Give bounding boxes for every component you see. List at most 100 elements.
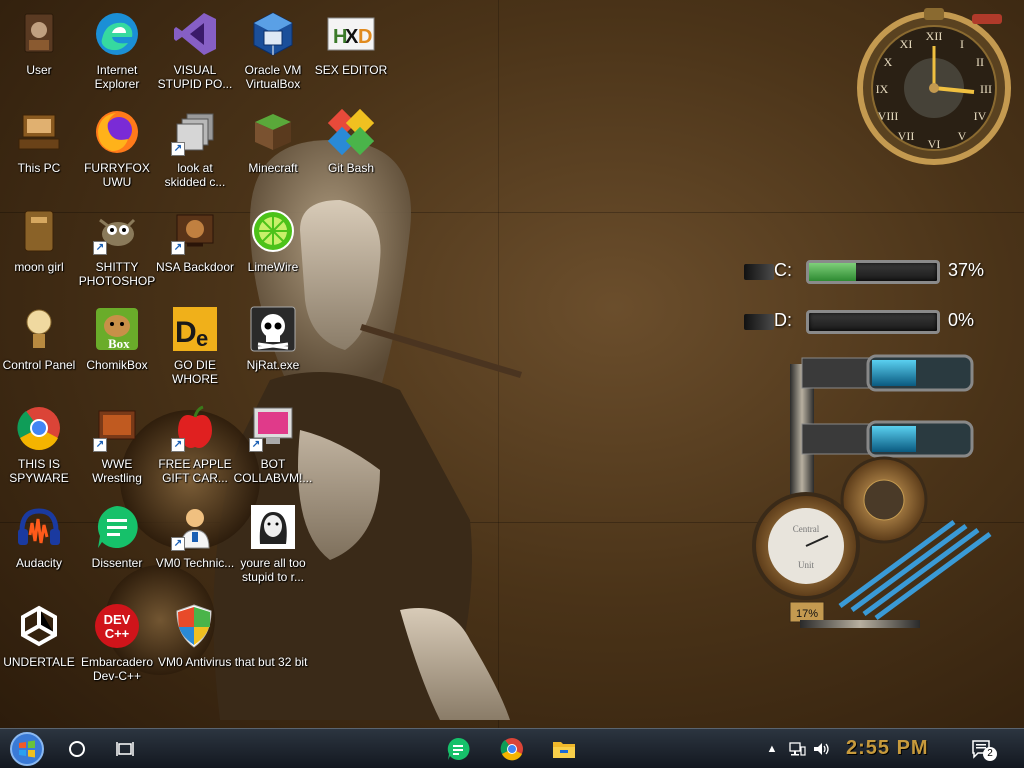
taskbar-file-explorer[interactable]: [548, 729, 580, 768]
svg-text:e: e: [196, 326, 208, 351]
desktop-icon-go-die[interactable]: De GO DIE WHORE: [156, 305, 234, 395]
monitor-icon: ↗: [249, 404, 297, 452]
visual-studio-icon: [171, 10, 219, 58]
gauge-label-bottom: Unit: [798, 560, 815, 570]
desktop-icon-user[interactable]: User: [0, 10, 78, 100]
action-center-button[interactable]: 2: [966, 729, 998, 768]
drive-c-track: [806, 260, 940, 284]
shortcut-arrow-icon: ↗: [249, 438, 263, 452]
virtualbox-icon: [249, 10, 297, 58]
desktop-icon-wwe[interactable]: ↗ WWE Wrestling: [78, 404, 156, 494]
steampunk-clock-icon: XIIIII IIIIVV VIVIIVIII IXXXI: [857, 8, 1011, 165]
taskbar-chrome[interactable]: [496, 729, 528, 768]
desktop-icon-devcpp[interactable]: DEV C++ Embarcadero Dev-C++: [78, 602, 156, 692]
svg-text:II: II: [976, 55, 984, 69]
chomikbox-icon: Box: [93, 305, 141, 353]
notification-count-badge: 2: [983, 747, 997, 761]
gauge-label-top: Central: [793, 524, 820, 534]
taskbar-dissenter[interactable]: [442, 729, 474, 768]
desktop-icon-git-bash[interactable]: Git Bash: [312, 108, 390, 198]
taskbar[interactable]: ▲ 2:55 PM 2: [0, 728, 1024, 768]
desktop-icon-bot-collabvm[interactable]: ↗ BOT COLLABVM!...: [234, 404, 312, 494]
drive-d-percent: 0%: [948, 310, 975, 330]
desktop-icon-skidded[interactable]: ↗ look at skidded c...: [156, 108, 234, 198]
svg-text:D: D: [175, 316, 197, 349]
drive-c-percent: 37%: [948, 260, 985, 280]
desktop-icon-vm0-technician[interactable]: ↗ VM0 Technic...: [156, 503, 234, 593]
user-icon: [15, 10, 63, 58]
desktop-icon-audacity[interactable]: Audacity: [0, 503, 78, 593]
folder-icon: [15, 207, 63, 255]
portrait-icon: [249, 503, 297, 551]
shortcut-arrow-icon: ↗: [171, 537, 185, 551]
desktop-icon-undertale[interactable]: UNDERTALE: [0, 602, 78, 692]
desktop-icon-vm0-antivirus[interactable]: VM0 Antivirus that but 32 bit: [156, 602, 316, 692]
desktop-icon-spyware[interactable]: THIS IS SPYWARE: [0, 404, 78, 494]
chrome-icon: [15, 404, 63, 452]
start-button[interactable]: [6, 729, 48, 768]
desktop-icon-internet-explorer[interactable]: Internet Explorer: [78, 10, 156, 100]
volume-icon[interactable]: [810, 729, 832, 768]
desktop-icon-firefox[interactable]: FURRYFOX UWU: [78, 108, 156, 198]
firefox-icon: [93, 108, 141, 156]
show-hidden-icons-chevron-icon[interactable]: ▲: [764, 729, 780, 768]
drive-d-cap: [744, 314, 774, 330]
control-panel-icon: [15, 305, 63, 353]
network-icon: ↗: [171, 207, 219, 255]
audacity-icon: [15, 503, 63, 551]
limewire-icon: [249, 207, 297, 255]
skull-icon: [249, 305, 297, 353]
hxd-icon: HXD: [327, 10, 375, 58]
desktop-icon-hxd[interactable]: HXD SEX EDITOR: [312, 10, 390, 100]
desktop-icon-control-panel[interactable]: Control Panel: [0, 305, 78, 395]
technician-icon: ↗: [171, 503, 219, 551]
svg-text:I: I: [960, 37, 964, 51]
desktop-icon-this-pc[interactable]: This PC: [0, 108, 78, 198]
gauge-value: 17%: [796, 608, 818, 620]
minecraft-icon: [249, 108, 297, 156]
pipes-gauge-icon: Central Unit 17%: [752, 354, 992, 628]
taskbar-clock[interactable]: 2:55 PM: [846, 737, 929, 760]
task-view-icon: [116, 742, 134, 756]
unity-icon: [15, 602, 63, 650]
de-icon: De: [171, 305, 219, 353]
svg-text:V: V: [958, 129, 967, 143]
svg-text:D: D: [358, 26, 372, 48]
search-button[interactable]: [62, 729, 92, 768]
svg-text:VIII: VIII: [878, 109, 899, 123]
desktop-icon-apple-gift[interactable]: ↗ FREE APPLE GIFT CAR...: [156, 404, 234, 494]
shortcut-arrow-icon: ↗: [171, 438, 185, 452]
shortcut-arrow-icon: ↗: [171, 142, 185, 156]
drive-c-cap: [744, 264, 774, 280]
svg-text:XI: XI: [900, 37, 913, 51]
clock-widget[interactable]: XII I II III IV V VI VII VIII IX X XI: [852, 6, 1012, 168]
desktop-icon-chomikbox[interactable]: Box ChomikBox: [78, 305, 156, 395]
desktop-icon-minecraft[interactable]: Minecraft: [234, 108, 312, 198]
shortcut-arrow-icon: ↗: [171, 241, 185, 255]
drive-c-label: C:: [774, 260, 792, 280]
svg-text:XII: XII: [926, 29, 943, 43]
svg-text:IV: IV: [974, 109, 987, 123]
drive-c-meter[interactable]: C: 37%: [744, 256, 1006, 288]
desktop-icon-limewire[interactable]: LimeWire: [234, 207, 312, 297]
task-view-button[interactable]: [110, 729, 140, 768]
desktop-icon-moon-girl[interactable]: moon girl: [0, 207, 78, 297]
drive-d-meter[interactable]: D: 0%: [744, 306, 1006, 338]
cortana-circle-icon: [69, 741, 85, 757]
svg-text:X: X: [345, 26, 359, 48]
network-status-icon[interactable]: [786, 729, 808, 768]
desktop-icon-photoshop[interactable]: ↗ SHITTY PHOTOSHOP: [78, 207, 156, 297]
desktop-icon-visual-studio[interactable]: VISUAL STUPID PO...: [156, 10, 234, 100]
tv-icon: ↗: [93, 404, 141, 452]
svg-text:VII: VII: [898, 129, 915, 143]
desktop-icon-stupid[interactable]: youre all too stupid to r...: [234, 503, 312, 593]
this-pc-icon: [15, 108, 63, 156]
desktop-icon-nsa-backdoor[interactable]: ↗ NSA Backdoor: [156, 207, 234, 297]
drive-d-track: [806, 310, 940, 334]
svg-text:III: III: [980, 82, 992, 96]
desktop-icon-virtualbox[interactable]: Oracle VM VirtualBox: [234, 10, 312, 100]
svg-text:IX: IX: [876, 82, 889, 96]
system-monitor-widget[interactable]: Central Unit 17%: [744, 350, 1000, 650]
desktop-icon-dissenter[interactable]: Dissenter: [78, 503, 156, 593]
desktop-icon-njrat[interactable]: NjRat.exe: [234, 305, 312, 395]
